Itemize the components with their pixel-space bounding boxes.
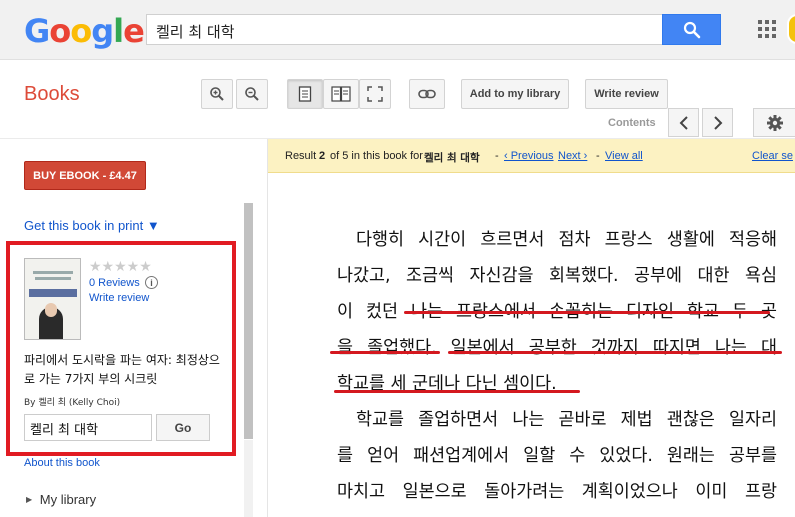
go-button[interactable]: Go — [156, 414, 210, 441]
about-this-book-link[interactable]: About this book — [24, 457, 100, 469]
top-bar: Google 켈리 최 대학 — [0, 0, 795, 60]
logo-letter: G — [24, 12, 50, 50]
reviews-link[interactable]: 0 Reviews — [89, 277, 140, 289]
triangle-right-icon: ▶ — [26, 495, 33, 504]
add-to-library-button[interactable]: Add to my library — [461, 79, 569, 109]
previous-result-link[interactable]: ‹ Previous — [504, 150, 554, 162]
link-icon — [418, 89, 436, 99]
settings-button[interactable] — [753, 108, 795, 137]
annotation-underline — [330, 351, 440, 354]
logo-letter: l — [113, 12, 124, 50]
logo-letter: o — [49, 12, 71, 50]
book-title: 파리에서 도시락을 파는 여자: 최정상으로 가는 7가지 부의 시크릿 — [24, 353, 220, 386]
buy-ebook-button[interactable]: BUY EBOOK - £4.47 — [24, 161, 146, 190]
book-author: By 켈리 최 (Kelly Choi) — [24, 398, 121, 408]
zoom-out-icon — [245, 87, 259, 101]
book-page-text: 다행히 시간이 흐르면서 점차 프랑스 생활에 적응해 나갔고, 조금씩 자신감… — [337, 222, 777, 510]
magnifier-icon — [683, 21, 700, 38]
zoom-out-button[interactable] — [236, 79, 268, 109]
search-in-book-input[interactable]: 켈리 최 대학 — [24, 414, 152, 441]
result-dash-2: - — [596, 150, 600, 162]
page-line: 을 졸업했다. 일본에서 공부한 것까지 따지면 나는 대 — [337, 338, 777, 358]
write-review-button[interactable]: Write review — [585, 79, 668, 109]
my-library-item[interactable]: ▶ My library — [26, 492, 96, 507]
rating-stars[interactable]: ★★★★★ — [89, 258, 152, 275]
books-section-title[interactable]: Books — [24, 83, 80, 106]
result-middle: of 5 in this book for — [330, 150, 423, 162]
fullscreen-icon — [367, 86, 383, 102]
logo-letter: o — [70, 12, 92, 50]
page-line: 학교를 졸업하면서 나는 곧바로 제법 괜찮은 일자리 — [356, 410, 777, 430]
search-input[interactable]: 켈리 최 대학 — [146, 14, 662, 45]
fullscreen-button[interactable] — [359, 79, 391, 109]
annotation-underline — [448, 351, 782, 354]
info-icon[interactable]: i — [145, 276, 158, 289]
book-cover[interactable] — [24, 258, 81, 340]
search-button[interactable] — [662, 14, 721, 45]
chevron-right-icon — [713, 115, 722, 130]
gear-icon — [766, 114, 783, 131]
result-prefix: Result — [285, 150, 317, 162]
page-line: 학교를 세 군데나 다닌 셈이다. — [337, 374, 557, 394]
logo-letter: g — [91, 12, 114, 50]
annotation-underline — [404, 311, 770, 314]
annotation-underline — [334, 390, 580, 393]
chevron-left-icon — [679, 115, 688, 130]
clear-search-link[interactable]: Clear se — [752, 150, 793, 162]
get-book-in-print-link[interactable]: Get this book in print ▼ — [24, 218, 160, 233]
two-page-icon — [331, 86, 351, 102]
sidebar-scrollbar-thumb[interactable] — [244, 203, 253, 439]
previous-page-button[interactable] — [668, 108, 699, 137]
view-all-link[interactable]: View all — [605, 150, 643, 162]
search-result-bar: Result 2 of 5 in this book for 켈리 최 대학 -… — [268, 139, 795, 173]
my-library-label: My library — [39, 492, 97, 507]
result-dash: - — [495, 150, 499, 162]
single-page-icon — [298, 86, 312, 102]
result-query: 켈리 최 대학 — [424, 152, 480, 164]
page-line: 나갔고, 조금씩 자신감을 회복했다. 공부에 대한 욕심 — [337, 266, 777, 286]
page-line: 를 얻어 패션업계에서 일할 수 있었다. 원래는 공부를 — [337, 446, 777, 466]
page-line: 마치고 일본으로 돌아가려는 계획이었으나 이미 프랑 — [337, 482, 777, 502]
sidebar-divider — [267, 139, 268, 517]
google-logo[interactable]: Google — [24, 12, 145, 50]
next-page-button[interactable] — [702, 108, 733, 137]
zoom-in-button[interactable] — [201, 79, 233, 109]
single-page-view-button[interactable] — [287, 79, 323, 109]
sidebar-scrollbar-track[interactable] — [244, 440, 253, 517]
logo-letter: e — [123, 12, 145, 50]
result-current: 2 — [319, 150, 326, 162]
avatar[interactable] — [787, 14, 795, 44]
next-result-link[interactable]: Next › — [558, 150, 587, 162]
page-line: 다행히 시간이 흐르면서 점차 프랑스 생활에 적응해 — [356, 230, 777, 250]
apps-grid-icon[interactable] — [756, 18, 778, 40]
link-button[interactable] — [409, 79, 445, 109]
zoom-in-icon — [210, 87, 224, 101]
contents-label[interactable]: Contents — [608, 117, 656, 129]
sidebar-write-review-link[interactable]: Write review — [89, 292, 149, 304]
two-page-view-button[interactable] — [323, 79, 359, 109]
